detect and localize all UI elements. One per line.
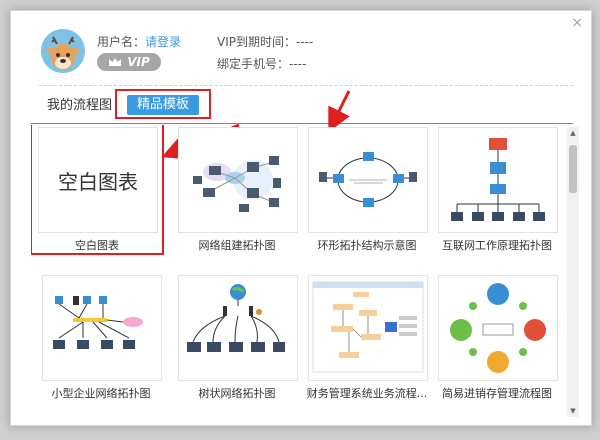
template-label: 环形拓扑结构示意图 — [317, 239, 417, 252]
tree-network-image — [187, 284, 285, 352]
template-card-network-topology[interactable]: 网络组建拓扑图 — [172, 127, 302, 255]
template-label: 财务管理系统业务流程... — [306, 387, 428, 400]
ring-diagram-image — [319, 152, 417, 207]
blank-chart-thumb-text: 空白图表 — [58, 170, 138, 194]
template-thumbnail — [178, 275, 298, 381]
inventory-flow-image — [450, 283, 546, 373]
template-thumbnail — [308, 127, 428, 233]
template-card-internet-topology[interactable]: 互联网工作原理拓扑图 — [432, 127, 562, 255]
template-card-tree-network[interactable]: 树状网络拓扑图 — [172, 275, 302, 403]
template-thumbnail — [178, 127, 298, 233]
template-thumbnail — [438, 275, 558, 381]
template-thumbnail — [438, 127, 558, 233]
template-card-small-enterprise-network[interactable]: 小型企业网络拓扑图 — [42, 275, 172, 403]
template-card-ring-topology[interactable]: 环形拓扑结构示意图 — [302, 127, 432, 255]
template-scrollbar[interactable]: ▲ ▼ — [567, 127, 579, 417]
template-dialog: × 用户名：请登录 VIP VIP到期时间：---- 绑定手机号：---- 我的… — [10, 10, 592, 426]
internet-diagram-image — [451, 138, 545, 221]
finance-flow-image — [312, 281, 424, 373]
template-label: 互联网工作原理拓扑图 — [442, 239, 552, 252]
template-label: 空白图表 — [75, 239, 119, 252]
template-thumbnail — [42, 275, 162, 381]
scroll-up-icon[interactable]: ▲ — [567, 129, 579, 137]
template-label: 树状网络拓扑图 — [198, 387, 276, 400]
template-label: 网络组建拓扑图 — [198, 239, 276, 252]
template-grid: 空白图表 空白图表 网络组建拓扑图 环形拓扑结构示意图 互联网工作原理拓扑图 小… — [31, 125, 567, 415]
arrow-to-template — [328, 90, 351, 133]
enterprise-network-image — [53, 296, 143, 349]
network-diagram-image — [193, 156, 281, 212]
template-label: 小型企业网络拓扑图 — [51, 387, 151, 400]
scroll-thumb[interactable] — [569, 145, 577, 193]
template-thumbnail — [308, 275, 428, 381]
template-card-blank-chart[interactable]: 空白图表 空白图表 — [38, 127, 168, 255]
scroll-down-icon[interactable]: ▼ — [567, 407, 579, 415]
template-card-inventory-flow[interactable]: 简易进销存管理流程图 — [432, 275, 562, 403]
template-label: 简易进销存管理流程图 — [442, 387, 552, 400]
template-thumbnail: 空白图表 — [38, 127, 158, 233]
template-card-finance-flow[interactable]: 财务管理系统业务流程... — [302, 275, 432, 403]
